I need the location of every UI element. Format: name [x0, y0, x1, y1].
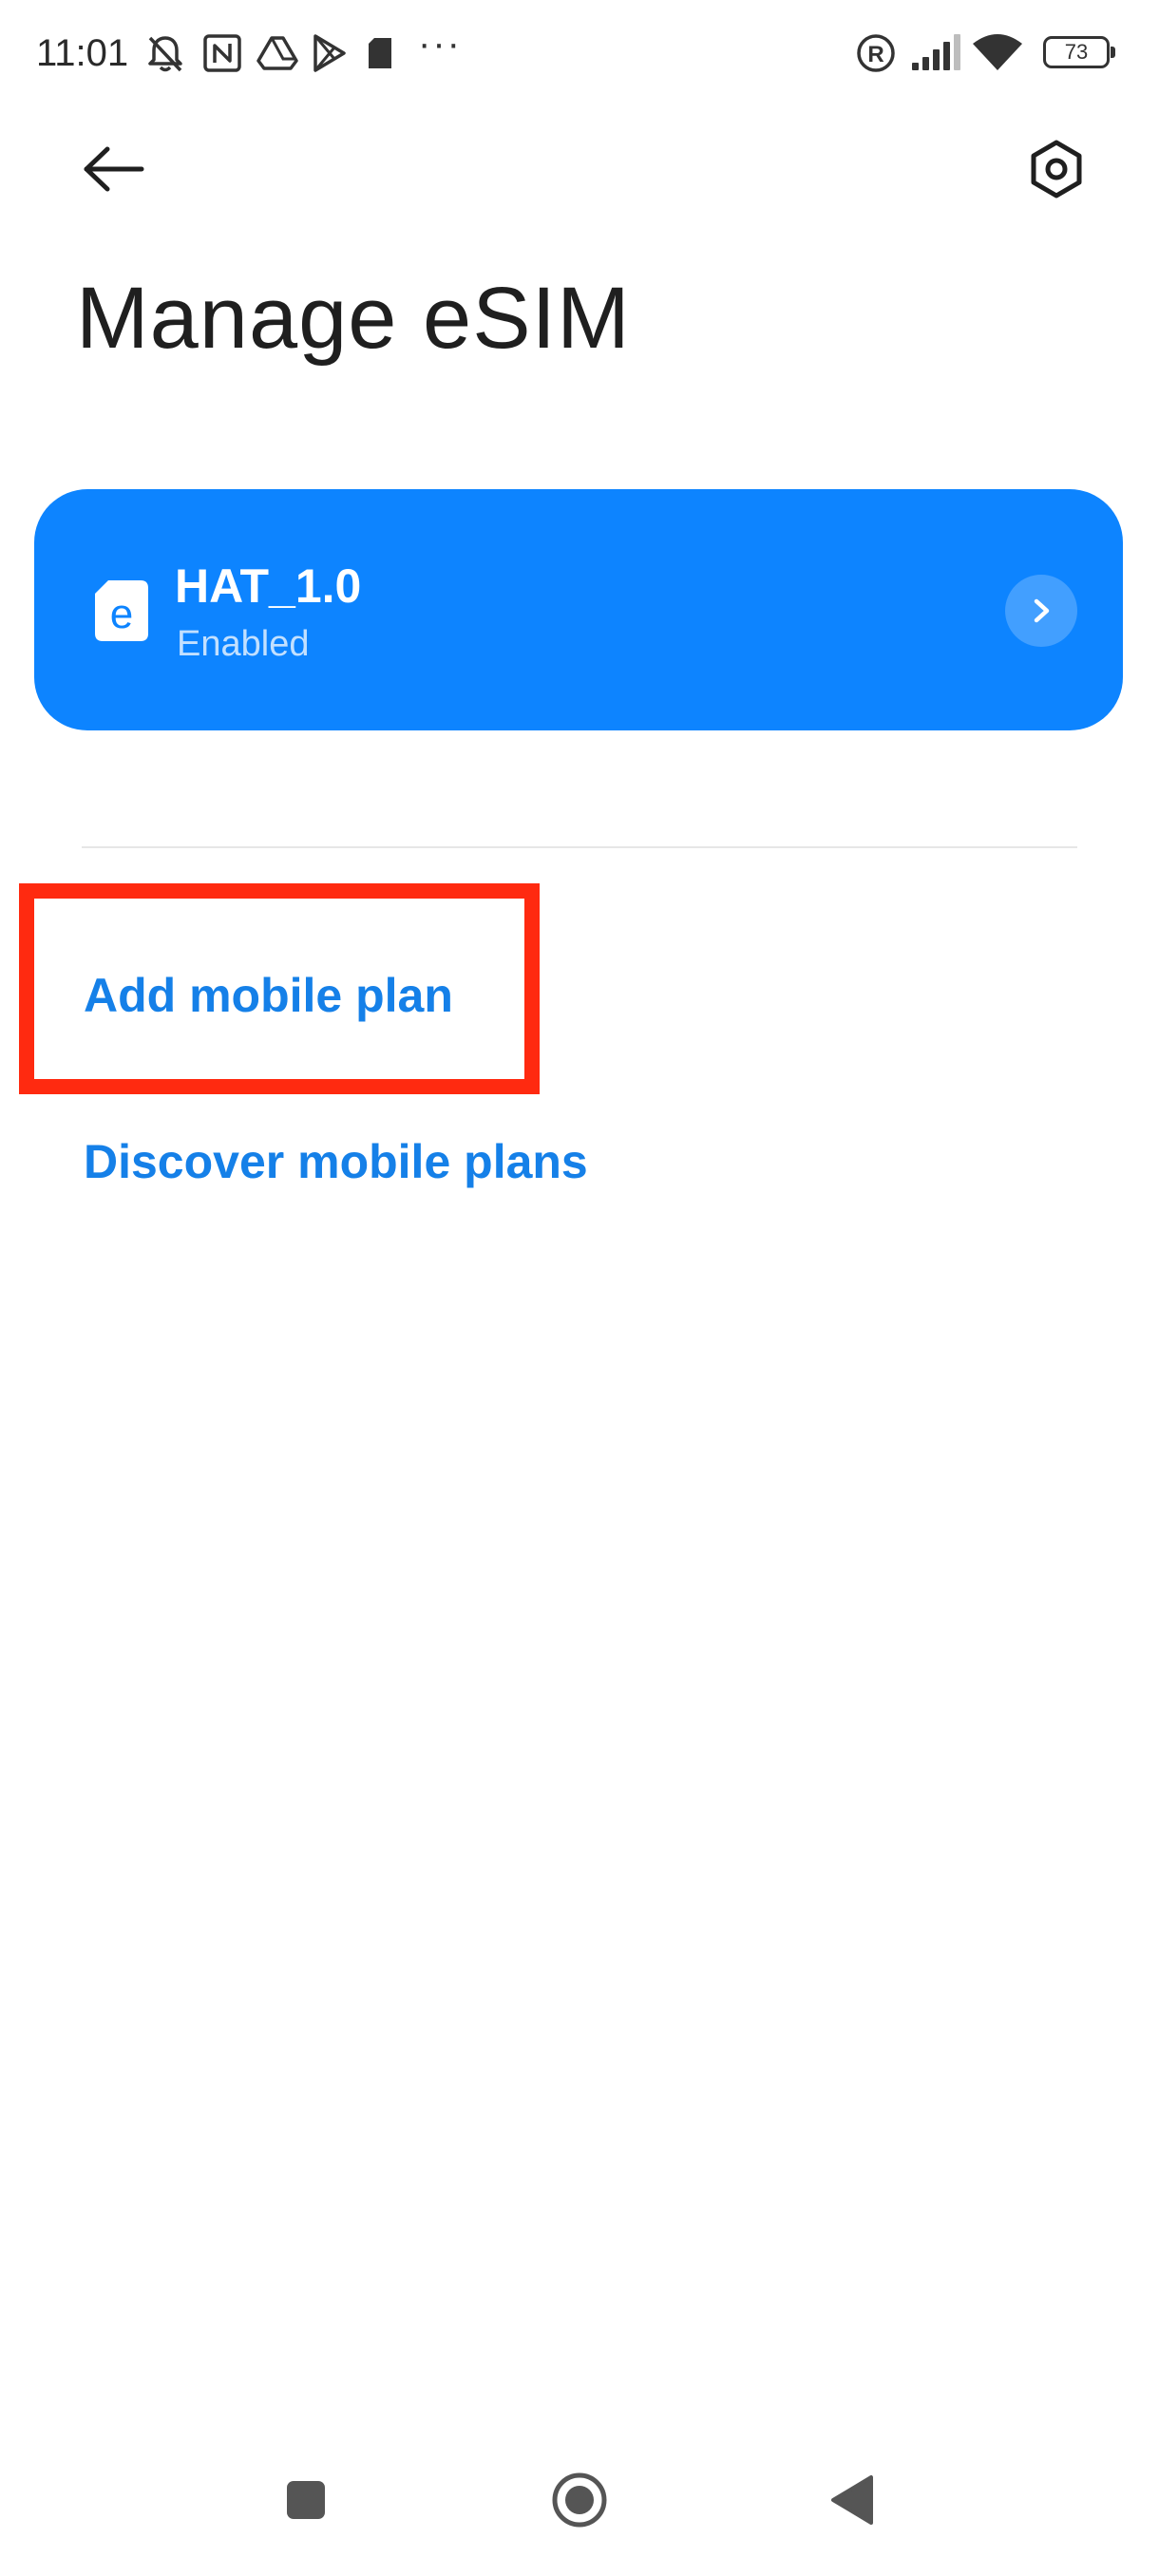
esim-name: HAT_1.0	[175, 559, 362, 613]
back-triangle-icon	[831, 2475, 873, 2525]
status-time: 11:01	[36, 32, 129, 74]
hexagon-gear-icon	[1031, 140, 1082, 199]
wifi-icon	[971, 30, 1024, 76]
status-bar: 11:01 ··· R 73	[0, 0, 1159, 104]
bell-off-icon	[142, 30, 188, 76]
page-title: Manage eSIM	[76, 270, 631, 367]
recents-button[interactable]	[258, 2453, 353, 2548]
battery-icon: 73	[1043, 36, 1115, 68]
arrow-left-icon	[84, 146, 144, 192]
add-mobile-plan-link[interactable]: Add mobile plan	[84, 967, 453, 1024]
drive-icon	[256, 30, 298, 76]
home-button[interactable]	[532, 2453, 627, 2548]
svg-text:R: R	[867, 42, 884, 67]
home-circle-icon	[552, 2472, 607, 2528]
navigation-bar	[0, 2432, 1159, 2576]
play-store-icon	[310, 30, 348, 76]
recents-square-icon	[287, 2481, 325, 2519]
roaming-icon: R	[855, 30, 897, 76]
nav-back-button[interactable]	[806, 2453, 901, 2548]
esim-status: Enabled	[177, 624, 310, 664]
back-button[interactable]	[68, 123, 160, 215]
sim-card-icon	[365, 30, 395, 76]
chevron-right-icon	[1005, 575, 1077, 647]
nfc-icon	[201, 30, 243, 76]
esim-card[interactable]: e HAT_1.0 Enabled	[34, 489, 1123, 730]
signal-icon	[908, 30, 961, 76]
settings-button[interactable]	[1011, 123, 1102, 215]
svg-text:e: e	[110, 591, 133, 637]
more-indicator: ···	[418, 23, 462, 65]
esim-icon: e	[95, 580, 148, 641]
divider	[82, 846, 1077, 848]
discover-mobile-plans-link[interactable]: Discover mobile plans	[84, 1133, 588, 1190]
